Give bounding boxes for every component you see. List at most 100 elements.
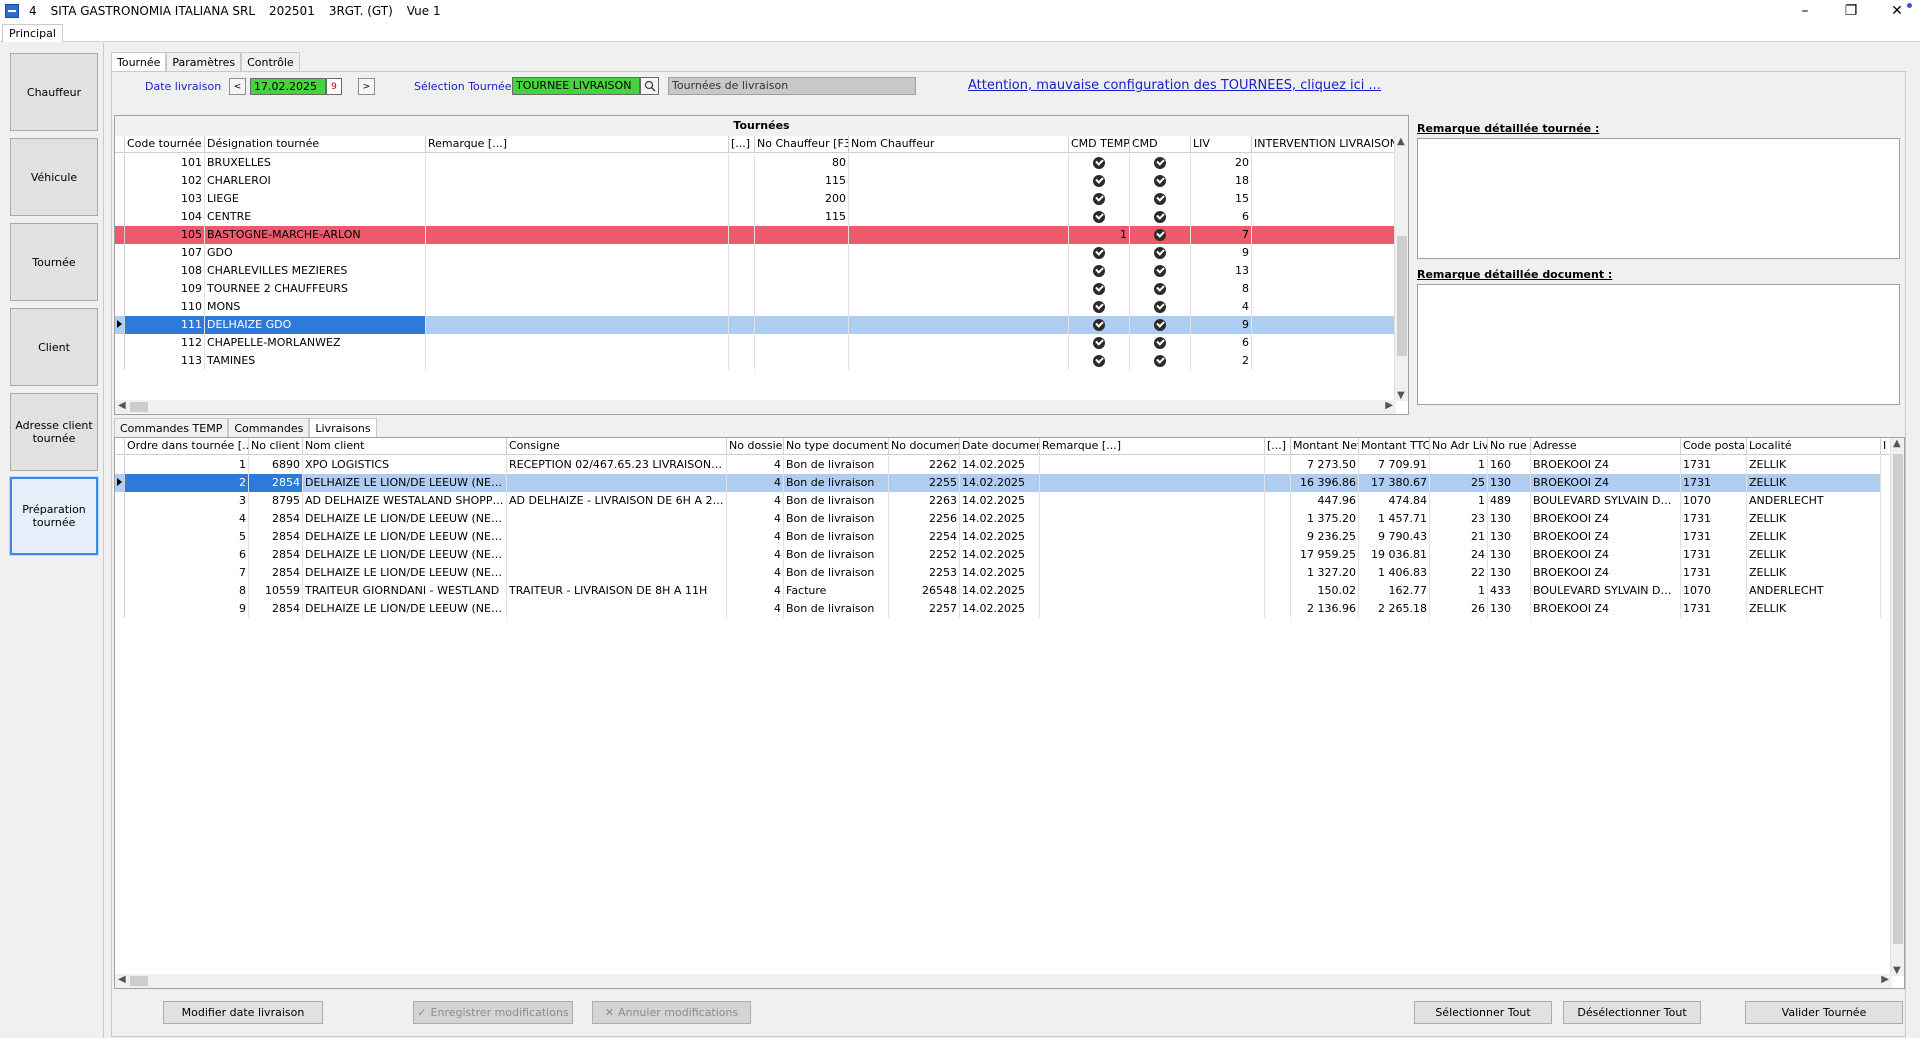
header-extra[interactable]: [...] — [729, 136, 755, 153]
table-row[interactable]: 102 CHARLEROI 115 18 — [115, 172, 1395, 190]
header-localite[interactable]: Localité — [1747, 438, 1881, 455]
header-montant-net[interactable]: Montant Net — [1291, 438, 1359, 455]
selection-tournee-label[interactable]: Sélection Tournée — [414, 80, 512, 93]
table-row[interactable]: 101 BRUXELLES 80 20 — [115, 154, 1395, 172]
header-no-rue[interactable]: No rue — [1488, 438, 1531, 455]
validate-tournee-button[interactable]: Valider Tournée — [1745, 1001, 1903, 1024]
calendar-icon[interactable]: 9 — [326, 78, 342, 95]
table-row[interactable]: 5 2854 DELHAIZE LE LION/DE LEEUW (NEW F...… — [115, 528, 1891, 546]
remarque-tournee-textarea[interactable] — [1417, 138, 1900, 259]
table-row[interactable]: 8 10559 TRAITEUR GIORNDANI - WESTLAND TRAIT… — [115, 582, 1891, 600]
tab-controle[interactable]: Contrôle — [241, 52, 300, 71]
tournees-vscrollbar[interactable]: ▲ ▼ — [1394, 136, 1408, 401]
tab-livraisons[interactable]: Livraisons — [309, 418, 377, 437]
table-row[interactable]: 110 MONS 4 — [115, 298, 1395, 316]
header-intervention[interactable]: INTERVENTION LIVRAISON — [1252, 136, 1395, 153]
minimize-button[interactable]: – — [1782, 0, 1828, 22]
header-no-dossier[interactable]: No dossier — [727, 438, 784, 455]
header-liv[interactable]: LIV — [1191, 136, 1252, 153]
scroll-thumb[interactable] — [1397, 236, 1407, 356]
cell-nom: DELHAIZE LE LION/DE LEEUW (NEW F... — [303, 474, 507, 492]
header-nom-chauffeur[interactable]: Nom Chauffeur — [849, 136, 1069, 153]
nav-chauffeur-button[interactable]: Chauffeur — [10, 53, 98, 131]
livraisons-vscrollbar[interactable]: ▲ ▼ — [1890, 438, 1904, 976]
nav-client-button[interactable]: Client — [10, 308, 98, 386]
config-warning-link[interactable]: Attention, mauvaise configuration des TO… — [968, 78, 1381, 93]
table-row[interactable]: 108 CHARLEVILLES MEZIERES 13 — [115, 262, 1395, 280]
table-row[interactable]: 7 2854 DELHAIZE LE LION/DE LEEUW (NEW F...… — [115, 564, 1891, 582]
check-icon — [1093, 157, 1105, 169]
selection-tournee-input[interactable]: TOURNEE LIVRAISON — [512, 77, 640, 95]
scroll-right-icon[interactable]: ▶ — [1881, 974, 1889, 985]
header-designation[interactable]: Désignation tournée — [205, 136, 426, 153]
header-no-chauffeur[interactable]: No Chauffeur [F3] — [755, 136, 849, 153]
prev-date-button[interactable]: < — [229, 78, 246, 95]
scroll-down-icon[interactable]: ▼ — [1397, 390, 1405, 401]
header-date-document[interactable]: Date document — [960, 438, 1040, 455]
scroll-left-icon[interactable]: ◀ — [118, 400, 126, 411]
header-adresse[interactable]: Adresse — [1531, 438, 1681, 455]
tab-commandes-temp[interactable]: Commandes TEMP — [114, 418, 229, 437]
scroll-thumb[interactable] — [130, 976, 148, 986]
header-code-tournee[interactable]: Code tournée — [125, 136, 205, 153]
header-cmd-temp[interactable]: CMD TEMP — [1069, 136, 1130, 153]
scroll-left-icon[interactable]: ◀ — [118, 974, 126, 985]
modify-date-button[interactable]: Modifier date livraison — [163, 1001, 323, 1024]
header-montant-ttc[interactable]: Montant TTC — [1359, 438, 1430, 455]
header-code-postal[interactable]: Code postal — [1681, 438, 1747, 455]
header-no-client[interactable]: No client — [249, 438, 303, 455]
cancel-button[interactable]: ✕ Annuler modifications — [592, 1001, 751, 1024]
tab-tournee[interactable]: Tournée — [111, 52, 167, 71]
table-row[interactable]: 113 TAMINES 2 — [115, 352, 1395, 370]
table-row[interactable]: 6 2854 DELHAIZE LE LION/DE LEEUW (NEW F...… — [115, 546, 1891, 564]
header-no-document[interactable]: No document — [889, 438, 960, 455]
header-cmd[interactable]: CMD — [1130, 136, 1191, 153]
select-all-button[interactable]: Sélectionner Tout — [1414, 1001, 1552, 1024]
tournees-hscrollbar[interactable]: ◀ ▶ — [115, 400, 1396, 414]
table-row-selected[interactable]: 111 DELHAIZE GDO 9 — [115, 316, 1395, 334]
livraisons-hscrollbar[interactable]: ◀ ▶ — [115, 974, 1892, 988]
header-type-document[interactable]: No type document — [784, 438, 889, 455]
table-row[interactable]: 4 2854 DELHAIZE LE LION/DE LEEUW (NEW F...… — [115, 510, 1891, 528]
table-row[interactable]: 109 TOURNEE 2 CHAUFFEURS 8 — [115, 280, 1395, 298]
tab-commandes[interactable]: Commandes — [228, 418, 310, 437]
scroll-thumb[interactable] — [1893, 454, 1903, 944]
tab-principal[interactable]: Principal — [2, 24, 63, 42]
header-no-adr-liv[interactable]: No Adr Liv — [1430, 438, 1488, 455]
deselect-all-button[interactable]: Désélectionner Tout — [1563, 1001, 1701, 1024]
cross-icon: ✕ — [604, 1006, 614, 1019]
header-extra[interactable]: [...] — [1265, 438, 1291, 455]
tab-parametres[interactable]: Paramètres — [166, 52, 242, 71]
next-date-button[interactable]: > — [358, 78, 375, 95]
restore-button[interactable]: ❐ — [1828, 0, 1874, 22]
nav-preparation-button[interactable]: Préparation tournée — [10, 477, 98, 555]
nav-tournee-button[interactable]: Tournée — [10, 223, 98, 301]
header-consigne[interactable]: Consigne — [507, 438, 727, 455]
header-remarque[interactable]: Remarque [...] — [1040, 438, 1265, 455]
table-row[interactable]: 9 2854 DELHAIZE LE LION/DE LEEUW (NEW F...… — [115, 600, 1891, 618]
scroll-right-icon[interactable]: ▶ — [1385, 400, 1393, 411]
header-nom-client[interactable]: Nom client — [303, 438, 507, 455]
table-row[interactable]: 1 6890 XPO LOGISTICS RECEPTION 02/467.65.23… — [115, 456, 1891, 474]
table-row[interactable]: 103 LIEGE 200 15 — [115, 190, 1395, 208]
table-row-warning[interactable]: 105 BASTOGNE-MARCHE-ARLON 1 7 — [115, 226, 1395, 244]
scroll-up-icon[interactable]: ▲ — [1893, 438, 1901, 449]
header-remarque[interactable]: Remarque [...] — [426, 136, 729, 153]
nav-adresse-client-button[interactable]: Adresse client tournée — [10, 393, 98, 471]
header-ordre[interactable]: Ordre dans tournée [...] — [125, 438, 249, 455]
remarque-document-textarea[interactable] — [1417, 284, 1900, 405]
search-icon[interactable] — [640, 77, 659, 95]
close-button[interactable]: ✕ — [1874, 0, 1920, 22]
scroll-thumb[interactable] — [130, 402, 148, 412]
table-row[interactable]: 107 GDO 9 — [115, 244, 1395, 262]
table-row[interactable]: 104 CENTRE 115 6 — [115, 208, 1395, 226]
table-row-selected[interactable]: 2 2854 DELHAIZE LE LION/DE LEEUW (NEW F...… — [115, 474, 1891, 492]
save-button[interactable]: ✓ Enregistrer modifications — [413, 1001, 573, 1024]
table-row[interactable]: 112 CHAPELLE-MORLANWEZ 6 — [115, 334, 1395, 352]
date-livraison-input[interactable]: 17.02.2025 — [250, 78, 326, 95]
scroll-down-icon[interactable]: ▼ — [1893, 965, 1901, 976]
table-row[interactable]: 3 8795 AD DELHAIZE WESTALAND SHOPPING AD DE… — [115, 492, 1891, 510]
scroll-up-icon[interactable]: ▲ — [1397, 136, 1405, 147]
check-icon — [1093, 337, 1105, 349]
nav-vehicule-button[interactable]: Véhicule — [10, 138, 98, 216]
